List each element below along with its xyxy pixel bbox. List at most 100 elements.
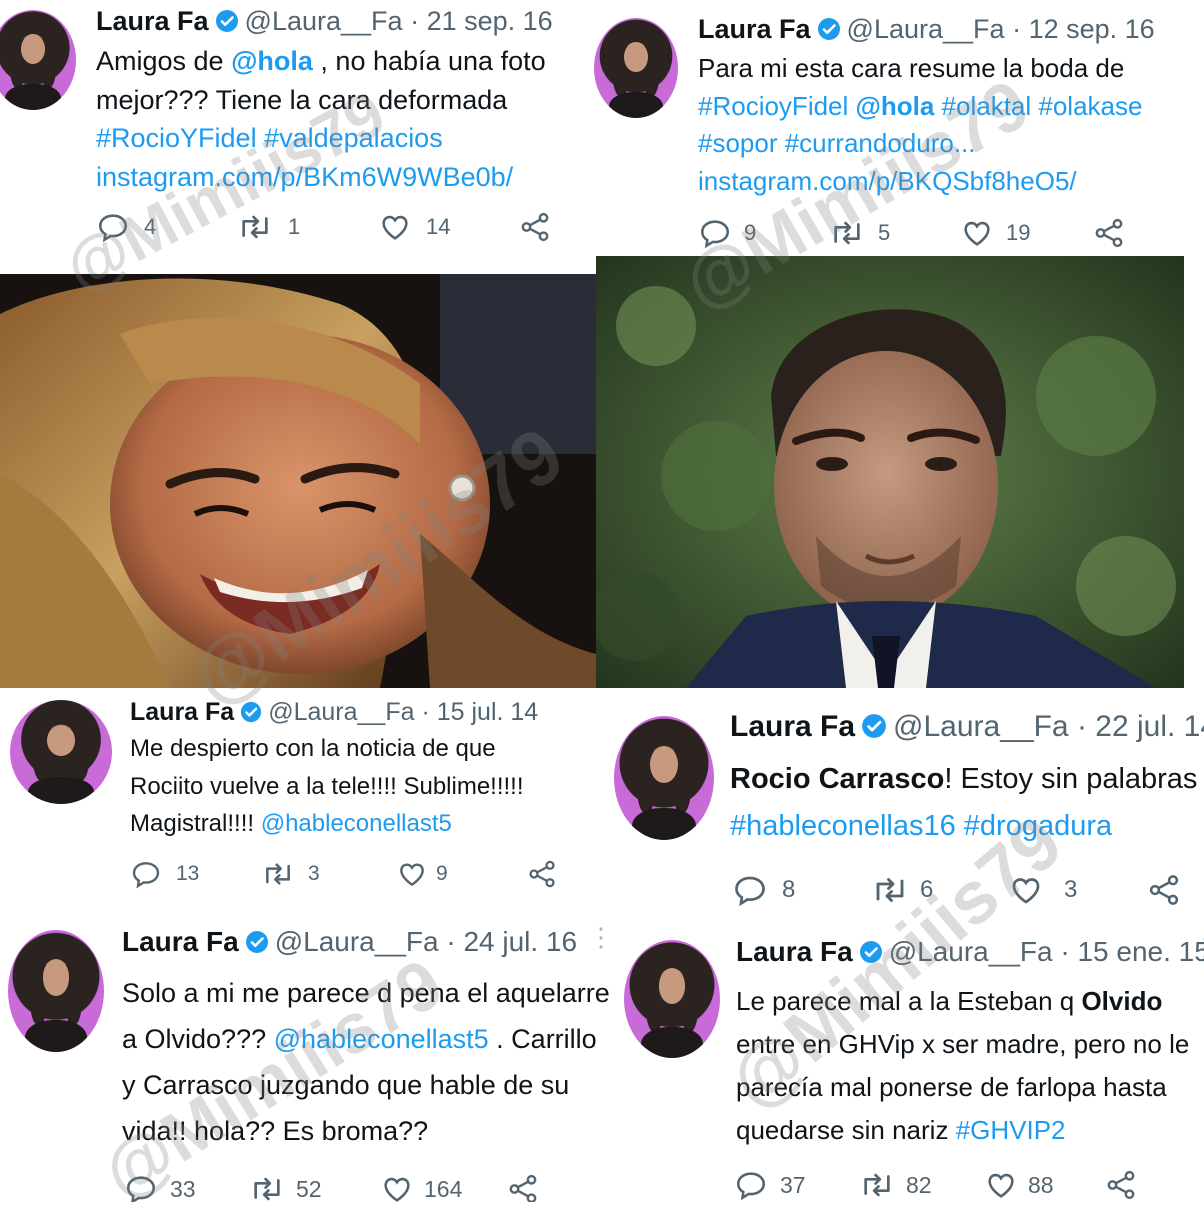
tweet-date[interactable]: · 22 jul. 14 bbox=[1077, 710, 1204, 743]
retweet-button[interactable]: 1 bbox=[236, 210, 300, 244]
photo-illustration bbox=[596, 256, 1184, 688]
share-button[interactable] bbox=[506, 1172, 540, 1202]
reply-button[interactable]: 9 bbox=[698, 216, 756, 250]
tweet-text-segment: Para mi esta cara resume la boda de bbox=[698, 53, 1125, 83]
reply-button[interactable]: 8 bbox=[732, 872, 795, 908]
avatar[interactable] bbox=[594, 18, 678, 118]
like-button[interactable]: 14 bbox=[378, 210, 450, 244]
share-icon bbox=[518, 210, 552, 244]
tweet-link[interactable]: #RocioyFidel bbox=[698, 91, 856, 121]
tweet-text-line: Rocio Carrasco! Estoy sin palabras bbox=[730, 756, 1197, 803]
share-button[interactable] bbox=[526, 858, 558, 890]
tweet-text: Rocio Carrasco! Estoy sin palabras #hable… bbox=[730, 756, 1197, 850]
reply-button[interactable]: 13 bbox=[130, 858, 199, 890]
like-button[interactable]: 164 bbox=[380, 1172, 462, 1202]
tweet-link[interactable]: @hola bbox=[231, 46, 313, 76]
tweet-photo-man[interactable] bbox=[596, 256, 1184, 688]
share-button[interactable] bbox=[1104, 1168, 1138, 1202]
avatar[interactable] bbox=[624, 940, 720, 1058]
author-name[interactable]: Laura Fa bbox=[122, 926, 239, 957]
like-count: 164 bbox=[424, 1175, 463, 1202]
tweet-link[interactable]: @hableconellast5 bbox=[261, 810, 452, 837]
more-options-icon[interactable]: ⋮ bbox=[588, 922, 610, 953]
share-button[interactable] bbox=[1092, 216, 1126, 250]
reply-button[interactable]: 37 bbox=[734, 1168, 806, 1202]
like-count: 88 bbox=[1028, 1171, 1054, 1198]
tweet-link[interactable]: #sopor #currandoduro... bbox=[698, 128, 976, 158]
tweet-2[interactable]: Laura Fa @Laura__Fa · 12 sep. 16 Para mi … bbox=[594, 0, 1204, 262]
tweet-header: Laura Fa @Laura__Fa · 21 sep. 16 bbox=[96, 6, 553, 40]
like-button[interactable]: 19 bbox=[960, 216, 1030, 250]
like-button[interactable]: 88 bbox=[984, 1168, 1054, 1202]
retweet-button[interactable]: 5 bbox=[828, 216, 890, 250]
avatar[interactable] bbox=[8, 930, 104, 1052]
tweet-link[interactable]: instagram.com/p/BKQSbf8heO5/ bbox=[698, 166, 1077, 196]
tweet-text-line: Solo a mi me parece d pena el aquelarre bbox=[122, 970, 610, 1016]
tweet-header: Laura Fa @Laura__Fa · 15 ene. 15 bbox=[736, 936, 1204, 971]
retweet-button[interactable]: 82 bbox=[858, 1168, 932, 1202]
tweet-text-segment: Solo a mi me parece d pena el aquelarre bbox=[122, 978, 610, 1008]
tweet-link[interactable]: #hableconellas16 #drogadura bbox=[730, 810, 1112, 842]
tweet-6[interactable]: Laura Fa @Laura__Fa · 15 ene. 15 ⋮ Le par… bbox=[610, 924, 1204, 1202]
share-button[interactable] bbox=[518, 210, 552, 244]
avatar[interactable] bbox=[10, 700, 112, 804]
share-icon bbox=[526, 858, 558, 890]
author-handle[interactable]: @Laura__Fa bbox=[275, 926, 439, 957]
heart-icon bbox=[984, 1168, 1018, 1202]
reply-button[interactable]: 4 bbox=[96, 210, 156, 244]
author-name[interactable]: Laura Fa bbox=[96, 6, 209, 36]
author-name[interactable]: Laura Fa bbox=[130, 698, 234, 726]
retweet-icon bbox=[260, 858, 296, 890]
tweet-text-segment: Olvido bbox=[1081, 986, 1163, 1016]
tweet-text-line: Para mi esta cara resume la boda de bbox=[698, 50, 1142, 88]
tweet-1[interactable]: Laura Fa @Laura__Fa · 21 sep. 16 Amigos d… bbox=[0, 0, 598, 262]
share-icon bbox=[1092, 216, 1126, 250]
tweet-5[interactable]: Laura Fa @Laura__Fa · 24 jul. 16 ⋮ Solo a… bbox=[0, 916, 610, 1202]
tweet-text-segment: Amigos de bbox=[96, 46, 232, 76]
avatar[interactable] bbox=[614, 716, 714, 840]
tweet-3[interactable]: Laura Fa @Laura__Fa · 15 jul. 14 Me despi… bbox=[0, 688, 600, 910]
author-handle[interactable]: @Laura__Fa bbox=[893, 710, 1069, 743]
verified-badge-icon bbox=[861, 713, 887, 747]
retweet-button[interactable]: 52 bbox=[248, 1172, 322, 1202]
author-handle[interactable]: @Laura__Fa bbox=[268, 698, 414, 726]
tweet-photo-woman[interactable] bbox=[0, 274, 596, 688]
retweet-count: 82 bbox=[906, 1171, 932, 1198]
author-handle[interactable]: @Laura__Fa bbox=[245, 6, 403, 36]
author-name[interactable]: Laura Fa bbox=[730, 710, 855, 743]
tweet-date[interactable]: · 12 sep. 16 bbox=[1012, 14, 1155, 44]
tweet-4[interactable]: Laura Fa @Laura__Fa · 22 jul. 14 Rocio Ca… bbox=[600, 688, 1204, 924]
tweet-link[interactable]: @hola bbox=[856, 91, 935, 121]
more-options-icon[interactable]: ⋮ bbox=[1192, 932, 1204, 963]
tweet-link[interactable]: instagram.com/p/BKm6W9WBe0b/ bbox=[96, 162, 513, 192]
tweet-link[interactable]: #RocioYFidel #valdepalacios bbox=[96, 123, 443, 153]
reply-icon bbox=[698, 216, 732, 250]
avatar[interactable] bbox=[0, 10, 76, 110]
tweet-date[interactable]: · 15 jul. 14 bbox=[421, 698, 538, 726]
retweet-button[interactable]: 6 bbox=[870, 872, 933, 908]
like-count: 9 bbox=[436, 862, 448, 885]
share-button[interactable] bbox=[1146, 872, 1182, 908]
retweet-icon bbox=[236, 210, 274, 244]
tweet-link[interactable]: @hableconellast5 bbox=[274, 1024, 489, 1054]
tweet-link[interactable]: #GHVIP2 bbox=[956, 1115, 1066, 1145]
tweet-text-line: Magistral!!!! @hableconellast5 bbox=[130, 805, 524, 843]
heart-icon bbox=[378, 210, 412, 244]
tweet-date[interactable]: · 24 jul. 16 bbox=[446, 926, 577, 957]
author-handle[interactable]: @Laura__Fa bbox=[889, 936, 1053, 967]
heart-icon bbox=[396, 858, 428, 890]
retweet-button[interactable]: 3 bbox=[260, 858, 320, 890]
tweet-text-line: quedarse sin nariz #GHVIP2 bbox=[736, 1109, 1189, 1152]
reply-icon bbox=[734, 1168, 768, 1202]
tweet-date[interactable]: · 21 sep. 16 bbox=[410, 6, 553, 36]
tweet-text-segment: . Carrillo bbox=[488, 1024, 597, 1054]
tweet-link[interactable]: #olaktal #olakase bbox=[934, 91, 1143, 121]
author-name[interactable]: Laura Fa bbox=[736, 936, 853, 967]
author-name[interactable]: Laura Fa bbox=[698, 14, 811, 44]
author-handle[interactable]: @Laura__Fa bbox=[847, 14, 1005, 44]
tweet-date[interactable]: · 15 ene. 15 bbox=[1060, 936, 1204, 967]
like-button[interactable]: 3 bbox=[1008, 872, 1077, 908]
reply-button[interactable]: 33 bbox=[124, 1172, 196, 1202]
like-button[interactable]: 9 bbox=[396, 858, 448, 890]
tweet-text: Para mi esta cara resume la boda de #Roci… bbox=[698, 50, 1142, 200]
